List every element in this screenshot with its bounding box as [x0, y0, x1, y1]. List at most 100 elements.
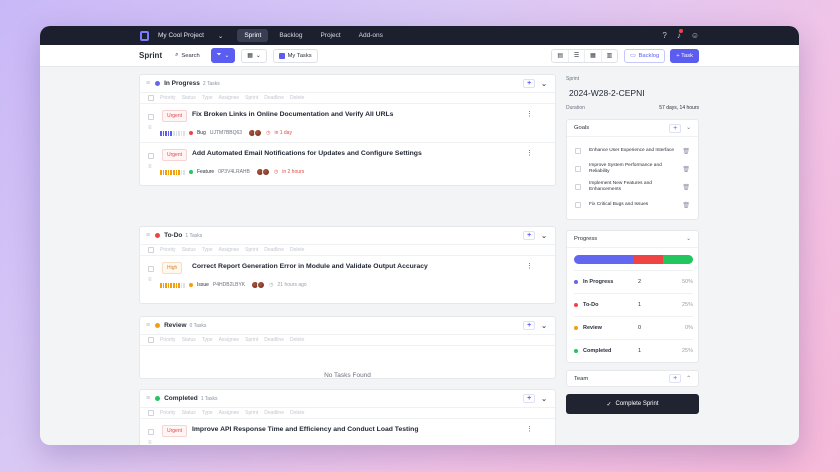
column-header[interactable]: Assignee: [219, 247, 240, 253]
trash-icon[interactable]: 🗑: [682, 184, 690, 191]
chevron-down-icon[interactable]: ⌄: [686, 236, 691, 242]
task-title[interactable]: Fix Broken Links in Online Documentation…: [192, 111, 393, 118]
chevron-down-icon[interactable]: ⌄: [686, 125, 691, 131]
column-header[interactable]: Delete: [290, 410, 304, 416]
add-task-icon[interactable]: +: [523, 394, 536, 403]
backlog-button[interactable]: ▭ Backlog: [624, 48, 666, 63]
drag-handle-icon[interactable]: ≡: [148, 164, 152, 170]
goal-checkbox[interactable]: [575, 148, 581, 154]
column-header[interactable]: Priority: [160, 247, 176, 253]
column-header[interactable]: Type: [202, 247, 213, 253]
task-row[interactable]: ≡ High Correct Report Generation Error i…: [140, 255, 555, 294]
drag-handle-icon[interactable]: ≡: [146, 80, 150, 87]
task-id[interactable]: 0P3V4LRAHB: [218, 169, 250, 175]
column-header[interactable]: Delete: [290, 337, 304, 343]
my-tasks-toggle[interactable]: My Tasks: [272, 48, 318, 63]
trash-icon[interactable]: 🗑: [682, 166, 690, 173]
assignee-avatars[interactable]: [268, 444, 283, 445]
column-header[interactable]: Delete: [290, 247, 304, 253]
select-all-checkbox[interactable]: [148, 247, 154, 253]
column-header[interactable]: Deadline: [264, 95, 284, 101]
task-title[interactable]: Add Automated Email Notifications for Up…: [192, 150, 422, 157]
bell-icon[interactable]: ♪: [677, 29, 683, 40]
board-view-icon[interactable]: ▥: [601, 49, 618, 62]
column-header[interactable]: Sprint: [245, 410, 258, 416]
task-checkbox[interactable]: [148, 266, 154, 272]
drag-handle-icon[interactable]: ≡: [146, 322, 150, 329]
more-options-icon[interactable]: ⋮: [526, 262, 533, 270]
task-checkbox[interactable]: [148, 429, 154, 435]
trash-icon[interactable]: 🗑: [682, 202, 690, 209]
chevron-down-icon[interactable]: ⌄: [541, 395, 547, 403]
column-header[interactable]: Status: [182, 95, 196, 101]
list-view-icon[interactable]: ☰: [568, 49, 586, 62]
more-options-icon[interactable]: ⋮: [526, 110, 533, 118]
column-header[interactable]: Type: [202, 410, 213, 416]
column-header[interactable]: Status: [182, 410, 196, 416]
task-row[interactable]: ≡ Urgent Add Automated Email Notificatio…: [140, 142, 555, 181]
column-header[interactable]: Deadline: [264, 247, 284, 253]
project-selector[interactable]: My Cool Project ⌄: [158, 32, 223, 40]
column-header[interactable]: Priority: [160, 410, 176, 416]
more-options-icon[interactable]: ⋮: [526, 425, 533, 433]
column-header[interactable]: Sprint: [245, 247, 258, 253]
priority-badge[interactable]: Urgent: [162, 149, 188, 161]
help-icon[interactable]: ?: [662, 31, 666, 40]
app-logo-icon[interactable]: [140, 30, 149, 41]
drag-handle-icon[interactable]: ≡: [146, 232, 150, 239]
chevron-down-icon[interactable]: ⌄: [541, 232, 547, 240]
column-header[interactable]: Assignee: [219, 410, 240, 416]
group-header[interactable]: ≡ Review 0 Tasks + ⌄: [140, 317, 555, 334]
task-row[interactable]: ≡ Urgent Improve API Response Time and E…: [140, 418, 555, 445]
nav-project[interactable]: Project: [313, 29, 347, 42]
select-all-checkbox[interactable]: [148, 410, 154, 416]
select-all-checkbox[interactable]: [148, 95, 154, 101]
drag-handle-icon[interactable]: ≡: [148, 440, 152, 445]
nav-backlog[interactable]: Backlog: [272, 29, 309, 42]
search-button[interactable]: ⌕ Search: [170, 49, 205, 62]
calendar-view-icon[interactable]: ▦: [585, 49, 602, 62]
select-all-checkbox[interactable]: [148, 337, 154, 343]
complete-sprint-button[interactable]: ✓ Complete Sprint: [566, 394, 699, 414]
chevron-down-icon[interactable]: ⌄: [541, 322, 547, 330]
nav-sprint[interactable]: Sprint: [237, 29, 269, 42]
priority-badge[interactable]: Urgent: [162, 425, 188, 437]
sprint-name[interactable]: 2024-W28-2-CEPNI: [569, 88, 645, 98]
chevron-down-icon[interactable]: ⌄: [541, 80, 547, 88]
task-id[interactable]: P4HDB2LBYK: [213, 282, 245, 288]
filter-button[interactable]: ⏷ ⌄: [210, 48, 236, 63]
drag-handle-icon[interactable]: ≡: [148, 277, 152, 283]
drag-handle-icon[interactable]: ≡: [146, 395, 150, 402]
column-header[interactable]: Delete: [290, 95, 304, 101]
column-header[interactable]: Priority: [160, 95, 176, 101]
group-header[interactable]: ≡ Completed 1 Tasks + ⌄: [140, 390, 555, 407]
assignee-avatars[interactable]: [255, 168, 270, 176]
column-header[interactable]: Priority: [160, 337, 176, 343]
add-task-icon[interactable]: +: [523, 79, 536, 88]
priority-badge[interactable]: High: [162, 262, 183, 274]
user-icon[interactable]: ☺: [691, 31, 699, 40]
column-header[interactable]: Type: [202, 95, 213, 101]
task-id[interactable]: UJTM7BBQ63: [210, 130, 242, 136]
group-header[interactable]: ≡ To-Do 1 Tasks + ⌄: [140, 227, 555, 244]
column-header[interactable]: Status: [182, 247, 196, 253]
chevron-up-icon[interactable]: ⌃: [686, 376, 691, 382]
group-header[interactable]: ≡ In Progress 2 Tasks + ⌄: [140, 75, 555, 92]
trash-icon[interactable]: 🗑: [682, 148, 690, 155]
goal-checkbox[interactable]: [575, 184, 581, 190]
table-view-icon[interactable]: ▤: [552, 49, 569, 62]
goal-checkbox[interactable]: [575, 166, 581, 172]
goal-checkbox[interactable]: [575, 202, 581, 208]
task-title[interactable]: Improve API Response Time and Efficiency…: [192, 426, 418, 433]
add-goal-button[interactable]: +: [669, 123, 682, 133]
column-header[interactable]: Sprint: [245, 337, 258, 343]
assignee-avatars[interactable]: [251, 281, 266, 289]
nav-addons[interactable]: Add-ons: [352, 29, 390, 42]
add-member-button[interactable]: +: [669, 374, 682, 383]
add-task-icon[interactable]: +: [523, 231, 536, 240]
priority-badge[interactable]: Urgent: [162, 110, 188, 122]
column-header[interactable]: Assignee: [219, 337, 240, 343]
calendar-dropdown[interactable]: ▦ ⌄: [241, 48, 267, 63]
column-header[interactable]: Deadline: [264, 410, 284, 416]
column-header[interactable]: Assignee: [219, 95, 240, 101]
